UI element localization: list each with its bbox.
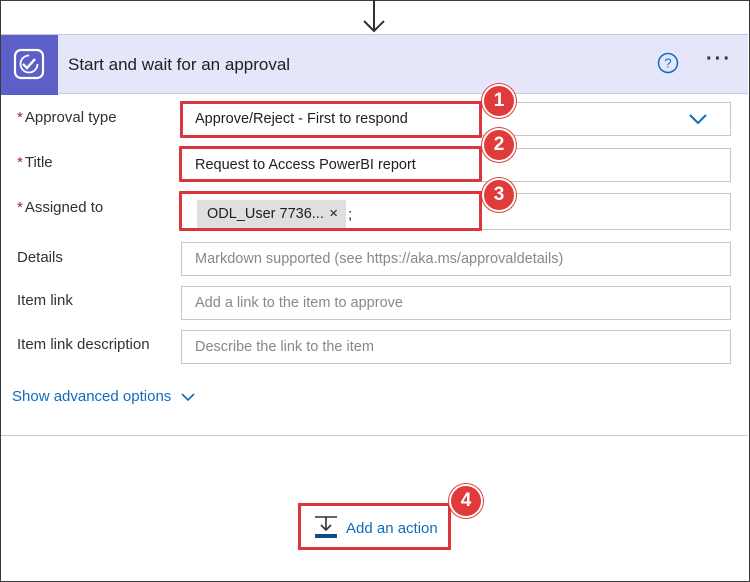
svg-text:?: ? (664, 56, 671, 71)
item-link-input[interactable]: Add a link to the item to approve (181, 286, 731, 320)
approvals-icon (1, 35, 58, 95)
approval-type-label-text: Approval type (24, 109, 117, 126)
item-link-placeholder: Add a link to the item to approve (195, 295, 403, 311)
chevron-down-icon[interactable] (688, 112, 708, 126)
required-marker: * (17, 199, 23, 216)
item-link-label: Item link (17, 292, 73, 309)
card-header[interactable]: Start and wait for an approval ? ··· (1, 34, 748, 95)
callout-badge-2: 2 (482, 128, 516, 162)
assigned-to-label-text: Assigned to (24, 199, 104, 216)
details-label: Details (17, 249, 63, 266)
callout-badge-3: 3 (482, 178, 516, 212)
title-label-text: Title (24, 154, 53, 171)
arrow-down-icon (363, 0, 385, 33)
highlight-box-1 (180, 101, 482, 138)
approval-type-label: * Approval type (17, 109, 117, 126)
callout-badge-4: 4 (449, 484, 483, 518)
item-link-description-placeholder: Describe the link to the item (195, 339, 374, 355)
required-marker: * (17, 154, 23, 171)
assigned-to-label: * Assigned to (17, 199, 103, 216)
card-title[interactable]: Start and wait for an approval (68, 55, 290, 75)
approval-action-card: Start and wait for an approval ? ··· (1, 34, 748, 436)
add-action-icon (315, 516, 337, 538)
chevron-down-icon[interactable] (180, 391, 196, 403)
callout-badge-1: 1 (482, 84, 516, 118)
highlight-box-3 (179, 191, 482, 231)
add-action-button[interactable]: Add an action (298, 503, 451, 550)
ellipsis-icon[interactable]: ··· (706, 49, 736, 74)
details-input[interactable]: Markdown supported (see https://aka.ms/a… (181, 242, 731, 276)
highlight-box-2 (179, 146, 482, 182)
add-action-label: Add an action (346, 520, 438, 537)
details-placeholder: Markdown supported (see https://aka.ms/a… (195, 251, 564, 267)
item-link-description-label: Item link description (17, 336, 150, 353)
help-circle-icon[interactable]: ? (657, 52, 679, 74)
item-link-description-input[interactable]: Describe the link to the item (181, 330, 731, 364)
show-advanced-options-link[interactable]: Show advanced options (12, 388, 171, 405)
required-marker: * (17, 109, 23, 126)
title-label: * Title (17, 154, 53, 171)
